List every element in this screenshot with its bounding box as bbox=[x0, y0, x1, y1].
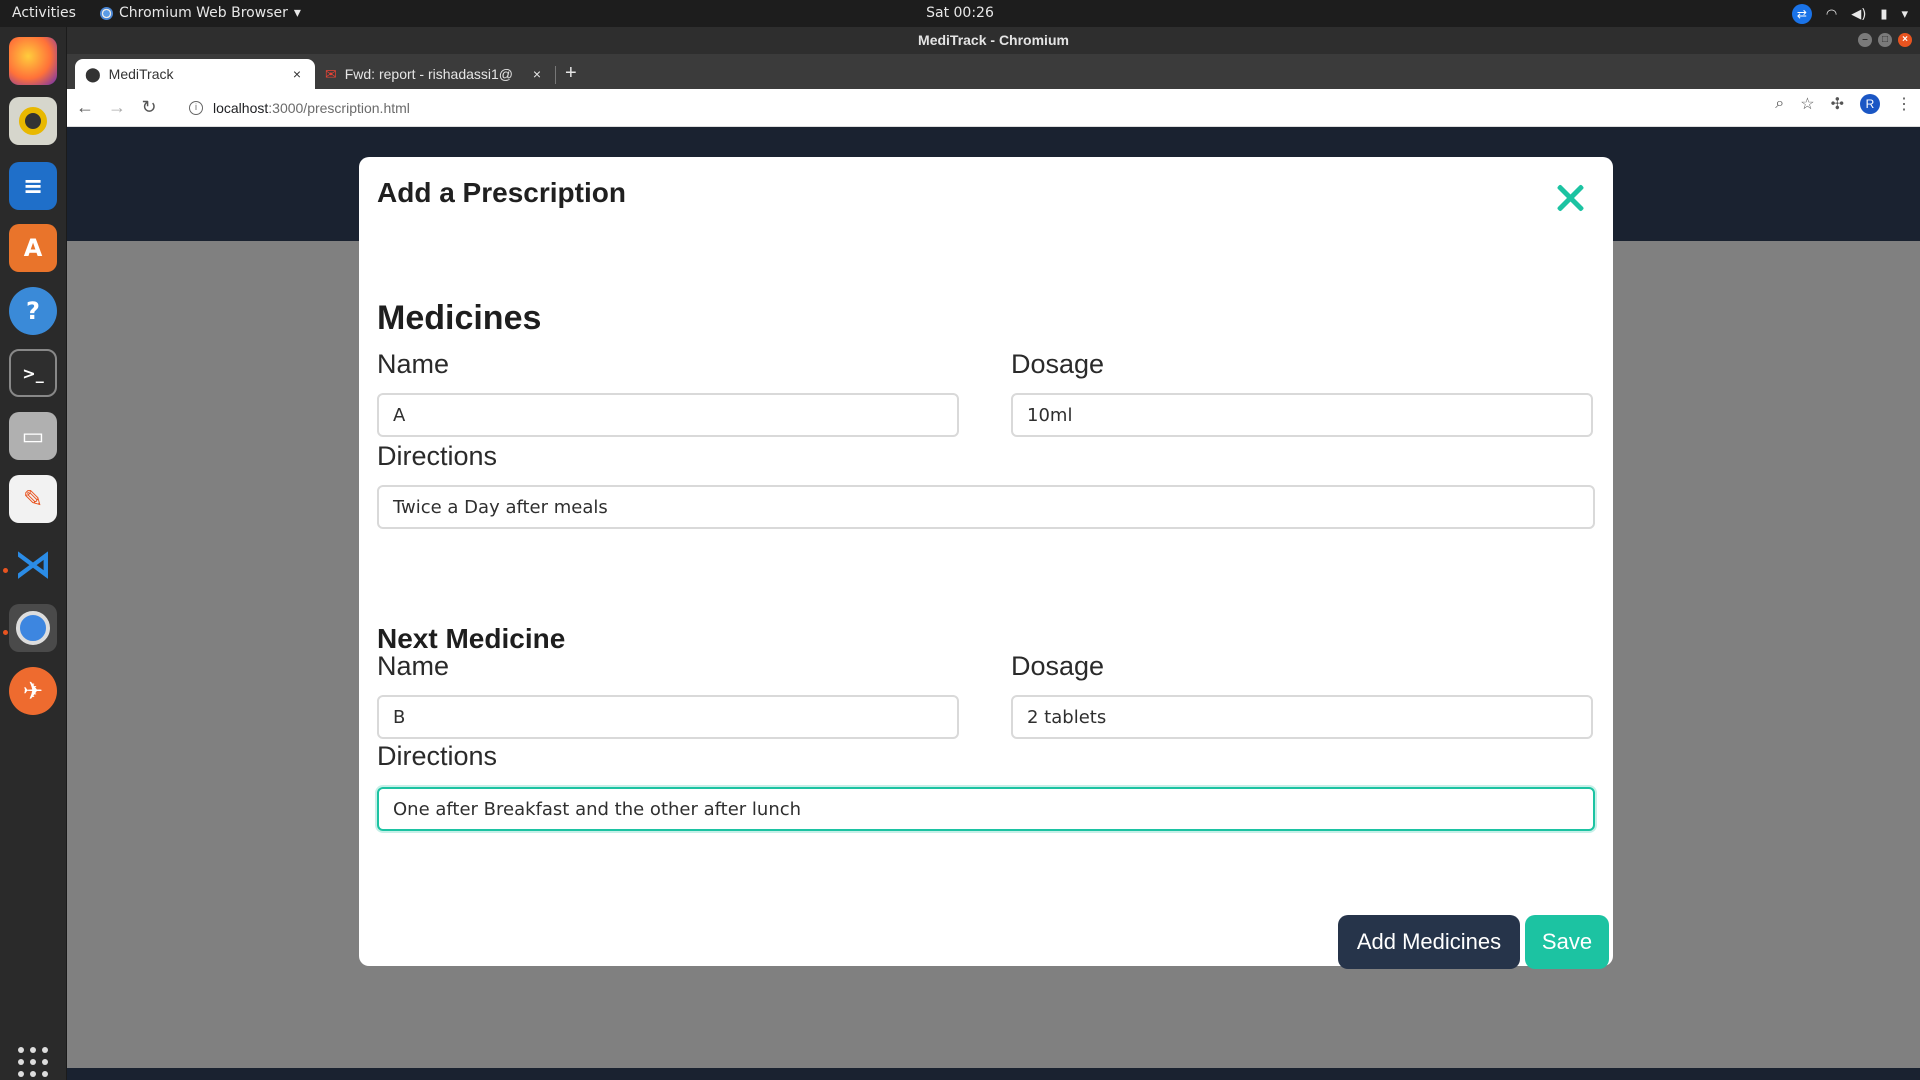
window-titlebar: MediTrack - Chromium – □ × bbox=[67, 27, 1920, 54]
menu-icon[interactable]: ⋮ bbox=[1896, 94, 1912, 114]
tab-title: MediTrack bbox=[108, 66, 174, 82]
next-medicine-directions-input[interactable]: One after Breakfast and the other after … bbox=[377, 787, 1595, 831]
zoom-icon[interactable]: ⌕ bbox=[1775, 95, 1784, 113]
close-tab-icon[interactable]: × bbox=[289, 66, 305, 82]
terminal-icon[interactable]: >_ bbox=[9, 349, 57, 397]
toolbar-actions: ⌕ ☆ ✣ R ⋮ bbox=[1775, 94, 1912, 114]
tab-title: Fwd: report - rishadassi1@ bbox=[344, 66, 514, 82]
volume-icon[interactable]: ◀) bbox=[1851, 7, 1866, 22]
software-center-icon[interactable]: A bbox=[9, 224, 57, 272]
writer-icon[interactable]: ≡ bbox=[9, 162, 57, 210]
window-controls: – □ × bbox=[1858, 33, 1912, 47]
system-top-bar: Activities Chromium Web Browser ▾ Sat 00… bbox=[0, 0, 1920, 27]
dosage-label: Dosage bbox=[1011, 349, 1105, 379]
save-button[interactable]: Save bbox=[1525, 915, 1609, 969]
directions-label: Directions bbox=[377, 741, 498, 771]
tab-strip: ⬤ MediTrack × ✉ Fwd: report - rishadassi… bbox=[67, 54, 1920, 89]
tab-meditrack[interactable]: ⬤ MediTrack × bbox=[75, 59, 315, 89]
directions-label: Directions bbox=[377, 441, 498, 471]
postman-icon[interactable]: ✈ bbox=[9, 667, 57, 715]
app-menu-label: Chromium Web Browser bbox=[119, 5, 288, 21]
medicines-heading: Medicines bbox=[377, 299, 542, 337]
firefox-icon[interactable] bbox=[9, 37, 57, 85]
chromium-dock-icon[interactable] bbox=[9, 604, 57, 652]
reload-icon[interactable]: ↻ bbox=[135, 94, 163, 122]
rhythmbox-icon[interactable] bbox=[9, 97, 57, 145]
activities-button[interactable]: Activities bbox=[12, 5, 76, 21]
wifi-icon[interactable]: ◠ bbox=[1826, 7, 1837, 22]
page-viewport: Add a Prescription Medicines Name Dosage… bbox=[67, 127, 1920, 1080]
profile-avatar[interactable]: R bbox=[1860, 94, 1880, 114]
medicine-directions-input[interactable]: Twice a Day after meals bbox=[377, 485, 1595, 529]
extensions-icon[interactable]: ✣ bbox=[1831, 94, 1844, 114]
power-menu-icon[interactable]: ▾ bbox=[1901, 7, 1908, 22]
running-indicator bbox=[3, 568, 8, 573]
browser-window: MediTrack - Chromium – □ × ⬤ MediTrack ×… bbox=[67, 27, 1920, 1080]
close-tab-icon[interactable]: × bbox=[529, 66, 545, 82]
vscode-icon[interactable]: ⋊ bbox=[9, 540, 57, 588]
minimize-icon[interactable]: – bbox=[1858, 33, 1872, 47]
medicine-dosage-input[interactable]: 10ml bbox=[1011, 393, 1593, 437]
url-host: localhost bbox=[213, 100, 269, 116]
add-medicines-button[interactable]: Add Medicines bbox=[1338, 915, 1520, 969]
forward-icon[interactable]: → bbox=[103, 94, 131, 122]
add-prescription-modal: Add a Prescription Medicines Name Dosage… bbox=[359, 157, 1613, 969]
browser-toolbar: ← → ↻ i localhost :3000/prescription.htm… bbox=[67, 89, 1920, 127]
maximize-icon[interactable]: □ bbox=[1878, 33, 1892, 47]
running-indicator bbox=[3, 630, 8, 635]
bookmark-star-icon[interactable]: ☆ bbox=[1800, 94, 1814, 114]
system-tray[interactable]: ⇄ ◠ ◀) ▮ ▾ bbox=[1791, 4, 1908, 24]
medicine-name-input[interactable]: A bbox=[377, 393, 959, 437]
teamviewer-icon[interactable]: ⇄ bbox=[1791, 4, 1812, 24]
show-applications-icon[interactable] bbox=[18, 1047, 48, 1077]
app-menu[interactable]: Chromium Web Browser ▾ bbox=[100, 5, 301, 21]
dock: ≡ A ? >_ ▭ ✎ ⋊ ✈ bbox=[0, 27, 67, 1080]
name-label: Name bbox=[377, 651, 450, 681]
chevron-down-icon: ▾ bbox=[293, 5, 301, 21]
page-footer bbox=[67, 1068, 1920, 1080]
location-pin-icon: ⬤ bbox=[85, 65, 101, 82]
gmail-icon: ✉ bbox=[325, 65, 337, 82]
site-info-icon[interactable]: i bbox=[189, 101, 203, 115]
text-editor-icon[interactable]: ✎ bbox=[9, 475, 57, 523]
url-path: :3000/prescription.html bbox=[268, 100, 410, 116]
window-title: MediTrack - Chromium bbox=[918, 32, 1069, 48]
tab-gmail[interactable]: ✉ Fwd: report - rishadassi1@ × bbox=[315, 59, 555, 89]
close-icon[interactable] bbox=[1555, 183, 1585, 213]
back-icon[interactable]: ← bbox=[71, 94, 99, 122]
modal-title: Add a Prescription bbox=[377, 177, 626, 208]
tab-separator bbox=[555, 66, 556, 84]
battery-icon[interactable]: ▮ bbox=[1880, 7, 1887, 22]
help-icon[interactable]: ? bbox=[9, 287, 57, 335]
dosage-label: Dosage bbox=[1011, 651, 1105, 681]
files-icon[interactable]: ▭ bbox=[9, 412, 57, 460]
address-bar[interactable]: i localhost :3000/prescription.html bbox=[177, 92, 1832, 124]
next-medicine-name-input[interactable]: B bbox=[377, 695, 959, 739]
chromium-icon bbox=[100, 6, 113, 20]
next-medicine-dosage-input[interactable]: 2 tablets bbox=[1011, 695, 1593, 739]
name-label: Name bbox=[377, 349, 450, 379]
new-tab-button[interactable]: + bbox=[565, 62, 577, 85]
close-window-icon[interactable]: × bbox=[1898, 33, 1912, 47]
